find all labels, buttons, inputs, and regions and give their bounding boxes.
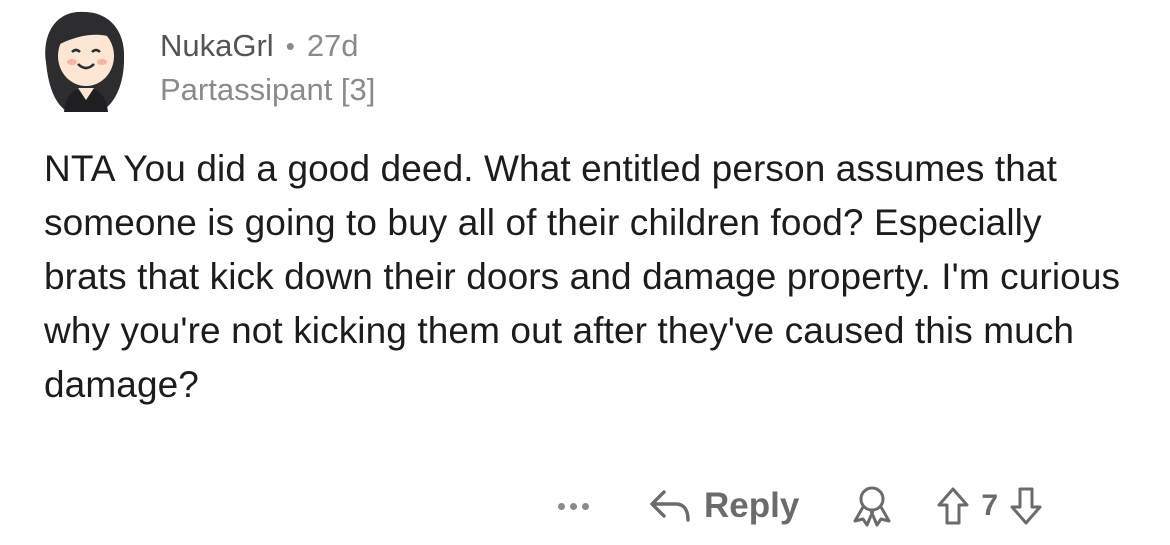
downvote-arrow-icon[interactable] (1008, 485, 1044, 527)
comment-body: NTA You did a good deed. What entitled p… (44, 148, 1121, 405)
comment-age: 27d (306, 28, 359, 63)
upvote-arrow-icon[interactable] (935, 485, 971, 527)
comment-header: NukaGrl • 27d Partassipant [3] (160, 26, 375, 110)
award-icon (849, 483, 895, 529)
vote-score: 7 (981, 489, 998, 522)
award-button[interactable] (849, 483, 895, 529)
user-flair: Partassipant [3] (160, 72, 376, 107)
username-link[interactable]: NukaGrl (160, 26, 274, 66)
vote-controls: 7 (935, 485, 1044, 527)
more-dots-icon (557, 502, 565, 510)
more-options-button[interactable] (548, 486, 598, 526)
comment-actions: Reply 7 (548, 478, 1044, 534)
reply-label: Reply (704, 486, 800, 525)
meta-separator: • (285, 31, 295, 61)
reply-button[interactable]: Reply (648, 486, 799, 526)
reply-arrow-icon (648, 486, 692, 526)
avatar[interactable] (34, 4, 134, 114)
